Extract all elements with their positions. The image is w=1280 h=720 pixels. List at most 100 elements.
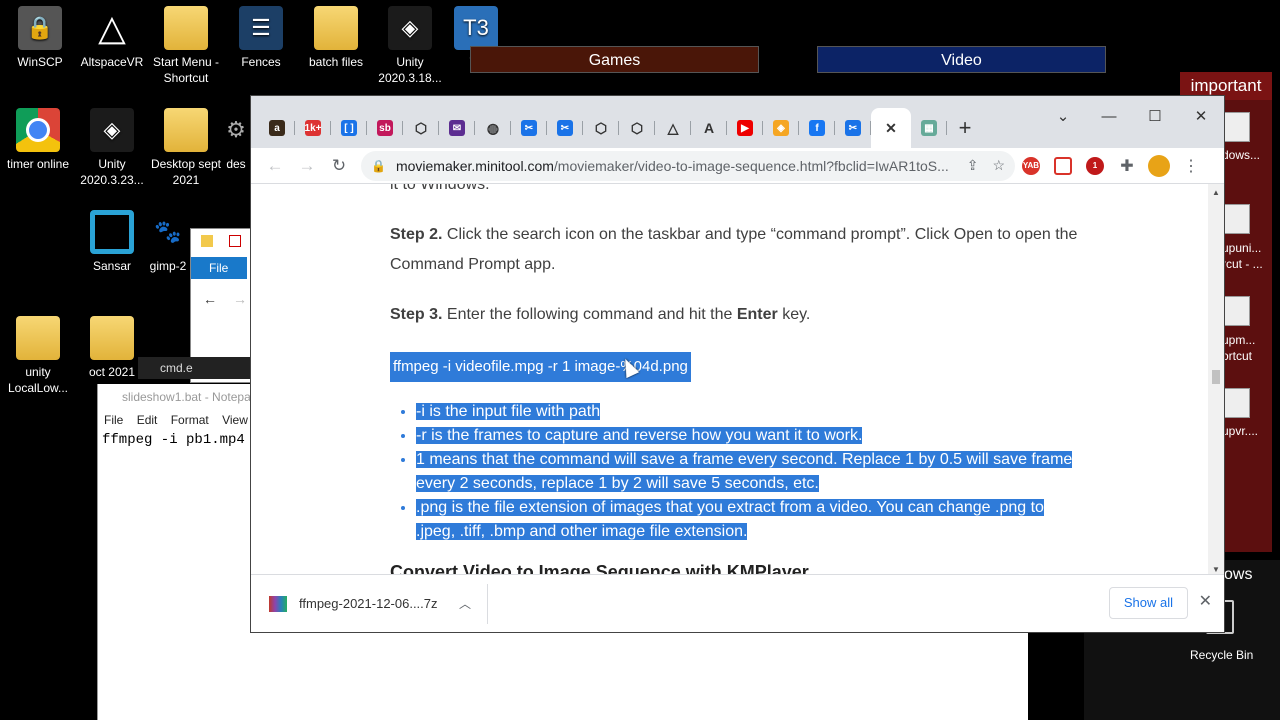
lock-icon[interactable]: 🔒 — [371, 159, 386, 173]
desktop-icon-des[interactable]: ⚙ des — [220, 108, 252, 172]
t3-icon: T3 — [454, 6, 498, 50]
back-button[interactable]: ← — [259, 150, 291, 182]
tabs-container: a 1k+ [ ] sb ⬡ ✉ ◍ ✂ ✂ ⬡ ⬡ △ A ▶ ◈ f ✂ ✕ ▦ + — [259, 108, 983, 148]
fence-title: Games — [588, 52, 641, 69]
new-tab-button[interactable]: + — [947, 113, 983, 143]
tab[interactable]: ✂ — [835, 113, 871, 143]
bookmark-star-icon[interactable]: ☆ — [992, 157, 1005, 174]
desktop-icon-start-menu-shortcut[interactable]: Start Menu - Shortcut — [146, 6, 226, 86]
desktop-icon-winscp[interactable]: 🔒 WinSCP — [0, 6, 80, 70]
extensions-menu[interactable]: ✚ — [1111, 150, 1143, 182]
tab[interactable]: ⬡ — [583, 113, 619, 143]
menu-format[interactable]: Format — [171, 413, 209, 427]
tab[interactable]: A — [691, 113, 727, 143]
desktop-icon-timer-online[interactable]: timer online — [0, 108, 78, 172]
desktop-icon-label: Unity 2020.3.23... — [80, 157, 144, 187]
tab[interactable]: ◍ — [475, 113, 511, 143]
menu-edit[interactable]: Edit — [137, 413, 158, 427]
desktop-icon-fences[interactable]: ☰ Fences — [221, 6, 301, 70]
back-arrow-icon[interactable]: ← — [203, 291, 217, 307]
close-window-icon[interactable]: ✕ — [1178, 102, 1224, 132]
chrome-window[interactable]: a 1k+ [ ] sb ⬡ ✉ ◍ ✂ ✂ ⬡ ⬡ △ A ▶ ◈ f ✂ ✕ ▦ + ⌄ — ☐ ✕ ← → ↻ … — [250, 95, 1225, 633]
desktop-icon-label: batch files — [308, 55, 364, 69]
download-filename: ffmpeg-2021-12-06....7z — [299, 596, 438, 611]
tab[interactable]: 1k+ — [295, 113, 331, 143]
extension-record[interactable]: 1 — [1079, 150, 1111, 182]
tab-favicon-icon: A — [703, 120, 715, 136]
maximize-icon[interactable]: ☐ — [1132, 102, 1178, 132]
desktop-icon-desktop-sept-2021[interactable]: Desktop sept 2021 — [146, 108, 226, 188]
download-item[interactable]: ffmpeg-2021-12-06....7z ︿ — [251, 583, 488, 624]
address-bar[interactable]: 🔒 moviemaker.minitool.com/moviemaker/vid… — [361, 150, 1015, 181]
tab[interactable]: [ ] — [331, 113, 367, 143]
close-download-bar-icon[interactable]: ✕ — [1199, 591, 1212, 611]
list-item: 1 means that the command will save a fra… — [416, 448, 1080, 496]
ffmpeg-command[interactable]: ffmpeg -i videofile.mpg -r 1 image-%04d.… — [390, 352, 691, 382]
desktop-icon-batch-files[interactable]: batch files — [296, 6, 376, 70]
reload-button[interactable]: ↻ — [323, 150, 355, 182]
tab[interactable]: a — [259, 113, 295, 143]
tab-favicon-icon: △ — [667, 119, 679, 136]
menu-view[interactable]: View — [222, 413, 248, 427]
fence-games[interactable]: Games — [470, 46, 759, 73]
chrome-menu[interactable]: ⋮ — [1175, 150, 1207, 182]
tab[interactable]: ✂ — [547, 113, 583, 143]
file-tab[interactable]: File — [191, 257, 247, 279]
fences-icon: ☰ — [239, 6, 283, 50]
tab[interactable]: sb — [367, 113, 403, 143]
fence-title: Video — [941, 52, 982, 69]
extension-yab[interactable]: YAB — [1015, 150, 1047, 182]
fence-partial-title: ows — [1224, 566, 1253, 583]
desktop-icon-unity-2020-3-23[interactable]: ◈ Unity 2020.3.23... — [72, 108, 152, 188]
page-scrollbar[interactable]: ▲ ▼ — [1208, 184, 1224, 576]
folder-icon — [201, 235, 213, 247]
minimize-icon[interactable]: — — [1086, 102, 1132, 132]
cmd-window-title[interactable]: cmd.e — [138, 357, 258, 379]
tab[interactable]: ✂ — [511, 113, 547, 143]
desktop-icon-unity-2020-3-18[interactable]: ◈ Unity 2020.3.18... — [370, 6, 450, 86]
browser-toolbar: ← → ↻ 🔒 moviemaker.minitool.com/moviemak… — [251, 148, 1224, 184]
desktop-icon-label: gimp-2 — [149, 259, 187, 273]
folder-icon — [90, 316, 134, 360]
desktop-icon-unity-locallow[interactable]: unity LocalLow... — [0, 316, 78, 396]
fence-video[interactable]: Video — [817, 46, 1106, 73]
tab[interactable]: ▦ — [911, 113, 947, 143]
pdf-icon — [1054, 156, 1072, 175]
folder-icon — [164, 6, 208, 50]
winscp-icon: 🔒 — [18, 6, 62, 50]
tab[interactable]: ⬡ — [403, 113, 439, 143]
tab-active[interactable]: ✕ — [871, 108, 911, 148]
chevron-up-icon[interactable]: ︿ — [459, 595, 471, 612]
tab[interactable]: △ — [655, 113, 691, 143]
forward-button[interactable]: → — [291, 150, 323, 182]
close-tab-icon[interactable]: ✕ — [883, 120, 899, 136]
tab[interactable]: ◈ — [763, 113, 799, 143]
tab[interactable]: f — [799, 113, 835, 143]
page-content[interactable]: it to Windows. Step 2. Click the search … — [251, 184, 1209, 576]
tab[interactable]: ⬡ — [619, 113, 655, 143]
scrollbar-thumb[interactable] — [1212, 370, 1220, 384]
scroll-up-icon[interactable]: ▲ — [1212, 188, 1220, 197]
tab[interactable]: ▶ — [727, 113, 763, 143]
url-text: moviemaker.minitool.com/moviemaker/video… — [396, 158, 953, 174]
show-all-button[interactable]: Show all — [1108, 587, 1188, 619]
tab-favicon-icon: ◈ — [773, 120, 789, 136]
scroll-down-icon[interactable]: ▼ — [1212, 565, 1220, 574]
tab-favicon-icon: 1k+ — [305, 120, 321, 136]
desktop-icon-label: Unity 2020.3.18... — [378, 55, 442, 85]
share-icon[interactable]: ⇪ — [967, 157, 979, 174]
menu-file[interactable]: File — [104, 413, 123, 427]
tab-favicon-icon: ✉ — [449, 120, 465, 136]
tab-search-icon[interactable]: ⌄ — [1040, 102, 1086, 132]
desktop-icon-sansar[interactable]: Sansar — [72, 210, 152, 274]
chrome-icon — [16, 108, 60, 152]
step-2-text: Click the search icon on the taskbar and… — [390, 226, 1078, 273]
desktop-icon-gimp[interactable]: 🐾 gimp-2 — [146, 210, 190, 274]
step-3-text-end: key. — [777, 306, 811, 323]
desktop-icon-altspacevr[interactable]: △ AltspaceVR — [72, 6, 152, 70]
tab[interactable]: ✉ — [439, 113, 475, 143]
profile-avatar[interactable] — [1143, 150, 1175, 182]
extension-pdf[interactable] — [1047, 150, 1079, 182]
tab-favicon-icon: ▶ — [737, 120, 753, 136]
forward-arrow-icon[interactable]: → — [233, 291, 247, 307]
